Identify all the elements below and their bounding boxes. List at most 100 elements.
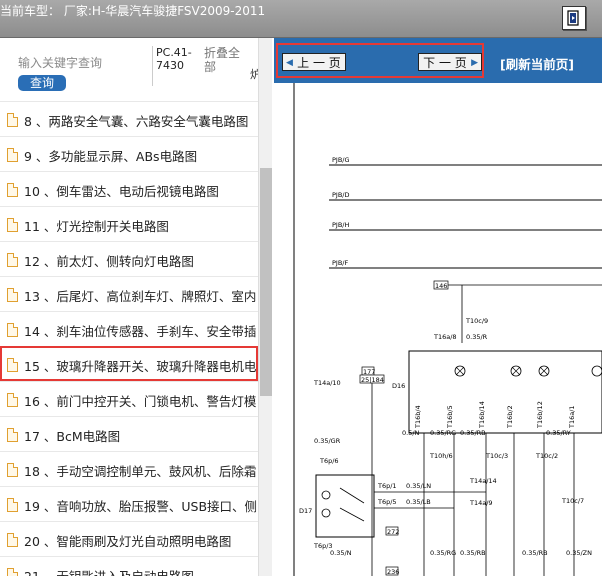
car-code: PC.41-7430	[152, 46, 204, 86]
list-item[interactable]: 11 、灯光控制开关电路图	[0, 206, 258, 241]
wiring-diagram: PJB/G PJB/D PJB/H PJB/F 146 T10c/9 T16a/…	[274, 83, 602, 576]
wire-label: 0.35/LN	[406, 482, 431, 490]
connector-label: 236	[387, 568, 399, 576]
component-label: D16	[392, 382, 405, 390]
document-icon	[7, 323, 18, 337]
document-icon	[7, 113, 18, 127]
refresh-page-link[interactable]: [刷新当前页]	[500, 54, 574, 73]
list-item[interactable]: 12 、前太灯、侧转向灯电路图	[0, 241, 258, 276]
prev-page-button[interactable]: ◀ 上 一 页	[282, 53, 346, 71]
prev-page-label: 上 一 页	[297, 56, 341, 70]
wire-label: 0.35/RB	[460, 429, 486, 437]
wire-label: T10c/2	[535, 452, 558, 460]
list-item[interactable]: 20 、智能雨刷及灯光自动照明电路图	[0, 521, 258, 556]
pin-label: T16b/2	[506, 405, 514, 429]
wire-label: T6p/1	[377, 482, 397, 490]
wire-label: T10c/9	[465, 317, 488, 325]
wire-label: T6p/6	[319, 457, 339, 465]
wire-label: 0.35/GR	[314, 437, 341, 445]
wire-label: 0.35/N	[330, 549, 352, 557]
wire-label: T10h/6	[429, 452, 453, 460]
list-item-label: 21 、无钥匙进入及启动电路图	[24, 566, 194, 576]
list-item[interactable]: 9 、多功能显示屏、ABs电路图	[0, 136, 258, 171]
list-item[interactable]: 8 、两路安全气囊、六路安全气囊电路图	[0, 101, 258, 136]
wire-label: 0.35/RG	[430, 429, 456, 437]
list-item-label: 10 、倒车雷达、电动后视镜电路图	[24, 184, 219, 199]
viewer-toolbar: ◀ 上 一 页 下 一 页 ▶ [刷新当前页]	[274, 38, 602, 83]
wire-label: T14a/14	[469, 477, 497, 485]
list-item[interactable]: 14 、刹车油位传感器、手刹车、安全带插	[0, 311, 258, 346]
diagram-list: 8 、两路安全气囊、六路安全气囊电路图 9 、多功能显示屏、ABs电路图 10 …	[0, 91, 258, 576]
wire-label: 0.35/RG	[430, 549, 456, 557]
search-input[interactable]: 输入关键字查询	[18, 54, 102, 71]
exit-button[interactable]	[562, 6, 586, 30]
wire-label: 0.5/N	[402, 429, 420, 437]
list-item-label: 15 、玻璃升降器开关、玻璃升降器电机电	[24, 359, 257, 374]
list-item[interactable]: 21 、无钥匙进入及启动电路图	[0, 556, 258, 576]
wire-label: T6p/5	[377, 498, 397, 506]
list-item[interactable]: 16 、前门中控开关、门锁电机、警告灯模	[0, 381, 258, 416]
exit-door-icon	[567, 10, 579, 26]
diagram-viewer: ◀ 上 一 页 下 一 页 ▶ [刷新当前页] PJB/G PJB/D PJB/…	[274, 38, 602, 576]
connector-label: 272	[387, 528, 399, 536]
document-icon	[7, 288, 18, 302]
wire-label: 0.35/RB	[460, 549, 486, 557]
arrow-left-icon: ◀	[286, 58, 293, 68]
pin-label: T16b/4	[414, 405, 422, 429]
document-icon	[7, 463, 18, 477]
list-item-label: 16 、前门中控开关、门锁电机、警告灯模	[24, 394, 257, 409]
arrow-right-icon: ▶	[471, 58, 478, 68]
search-button[interactable]: 查询	[18, 75, 66, 91]
wire-label: 0.35/RY	[546, 429, 571, 437]
title-bar: 当前车型： 厂家:H-华晨汽车骏捷FSV2009-2011	[0, 0, 602, 38]
next-page-button[interactable]: 下 一 页 ▶	[418, 53, 482, 71]
scrollbar-thumb[interactable]	[260, 168, 272, 396]
list-item[interactable]: 18 、手动空调控制单元、鼓风机、后除霜	[0, 451, 258, 486]
wire-label: 0.35/R	[466, 333, 488, 341]
page-title: 当前车型： 厂家:H-华晨汽车骏捷FSV2009-2011	[0, 4, 266, 18]
wire-label: T14a/9	[469, 499, 493, 507]
pin-label: T16a/1	[568, 405, 576, 429]
list-item-label: 9 、多功能显示屏、ABs电路图	[24, 149, 198, 164]
document-icon	[7, 358, 18, 372]
sidebar: 输入关键字查询 查询 PC.41-7430 折叠全部 炉 8 、两路安全气囊、六…	[0, 38, 272, 576]
list-item-label: 19 、音响功放、胎压报警、USB接口、侧	[24, 499, 258, 514]
bus-label: PJB/D	[332, 191, 350, 199]
document-icon	[7, 568, 18, 576]
document-icon	[7, 148, 18, 162]
document-icon	[7, 393, 18, 407]
list-item-selected[interactable]: 15 、玻璃升降器开关、玻璃升降器电机电	[0, 346, 258, 381]
list-item-label: 18 、手动空调控制单元、鼓风机、后除霜	[24, 464, 257, 479]
list-item-label: 13 、后尾灯、高位刹车灯、牌照灯、室内	[24, 289, 257, 304]
list-item[interactable]: 10 、倒车雷达、电动后视镜电路图	[0, 171, 258, 206]
list-item-label: 12 、前太灯、侧转向灯电路图	[24, 254, 194, 269]
list-item-label: 17 、BcM电路图	[24, 429, 121, 444]
list-item[interactable]: 19 、音响功放、胎压报警、USB接口、侧	[0, 486, 258, 521]
next-page-label: 下 一 页	[423, 56, 467, 70]
list-item[interactable]: 13 、后尾灯、高位刹车灯、牌照灯、室内	[0, 276, 258, 311]
document-icon	[7, 428, 18, 442]
pin-label: T16b/5	[446, 405, 454, 429]
wire-label: T16a/8	[433, 333, 457, 341]
document-icon	[7, 533, 18, 547]
list-item-label: 11 、灯光控制开关电路图	[24, 219, 169, 234]
list-item[interactable]	[0, 91, 258, 101]
search-area: 输入关键字查询 查询	[0, 46, 152, 94]
list-item-label: 8 、两路安全气囊、六路安全气囊电路图	[24, 114, 249, 129]
sidebar-scrollbar[interactable]	[258, 38, 272, 576]
pin-label: T16b/12	[536, 401, 544, 429]
bus-label: PJB/G	[332, 156, 350, 164]
wire-label: 0.35/RB	[522, 549, 548, 557]
component-label: D17	[299, 507, 312, 515]
bus-label: PJB/H	[332, 221, 349, 229]
wire-label: T10c/7	[561, 497, 584, 505]
list-item[interactable]: 17 、BcM电路图	[0, 416, 258, 451]
fold-all-button[interactable]: 折叠全部	[204, 46, 248, 74]
document-icon	[7, 183, 18, 197]
wire-label: 0.35/LB	[406, 498, 431, 506]
document-icon	[7, 218, 18, 232]
connector-label: 146	[435, 282, 447, 290]
document-icon	[7, 498, 18, 512]
document-icon	[7, 253, 18, 267]
page-nav-group: ◀ 上 一 页 下 一 页 ▶	[276, 43, 484, 78]
